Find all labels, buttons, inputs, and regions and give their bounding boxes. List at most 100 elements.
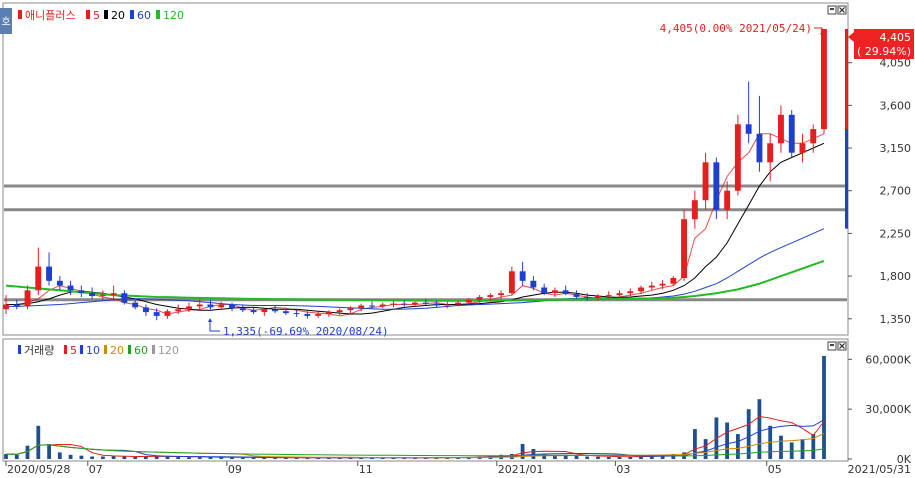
volume-bar-10 — [111, 456, 116, 459]
high-annotation: 4,405(0.00% 2021/05/24) — [660, 22, 824, 37]
candle-body-32 — [347, 308, 354, 311]
candle-body-24 — [261, 309, 268, 313]
candle-body-47 — [508, 271, 515, 294]
candle-body-22 — [239, 308, 246, 311]
candle-body-67 — [724, 190, 731, 210]
candle-body-25 — [272, 309, 278, 312]
volume-bar-53 — [574, 456, 579, 459]
candle-body-48 — [519, 271, 526, 281]
volume-bar-9 — [101, 456, 105, 459]
price-legend-ma5: 5 — [93, 9, 100, 22]
candle-body-16 — [175, 309, 182, 312]
volume-bar-68 — [736, 434, 740, 459]
candle-body-54 — [584, 297, 591, 298]
candle-body-66 — [713, 162, 720, 210]
candle-body-41 — [444, 304, 451, 306]
candle-body-27 — [293, 313, 300, 315]
price-close-icon[interactable] — [837, 5, 847, 15]
x-tick-label-0: 2020/05/28 — [7, 463, 70, 476]
volume-legend-ma60: 60 — [134, 344, 148, 357]
candle-body-68 — [734, 124, 741, 191]
candle-body-72 — [778, 114, 784, 144]
candle-body-71 — [767, 143, 774, 163]
candle-body-31 — [336, 310, 343, 313]
volume-bar-69 — [746, 409, 751, 459]
current-price: 4,405 — [880, 31, 912, 44]
price-legend-ma20: 20 — [111, 9, 125, 22]
candle-body-53 — [573, 294, 580, 297]
candle-body-75 — [810, 129, 817, 144]
candle-body-0 — [3, 304, 9, 310]
candle-body-59 — [638, 287, 644, 292]
candle-body-1 — [13, 304, 20, 307]
volume-bar-3 — [36, 425, 41, 459]
candle-body-2 — [24, 290, 31, 307]
candle-body-43 — [465, 299, 472, 303]
volume-bar-57 — [617, 456, 622, 459]
candle-body-6 — [67, 285, 74, 291]
volume-bar-0 — [4, 454, 8, 459]
x-tick-label-4: 2021/01 — [498, 463, 544, 476]
volume-bar-16 — [176, 457, 181, 459]
volume-bar-56 — [606, 457, 611, 459]
candle-body-70 — [756, 133, 763, 163]
candle-body-62 — [670, 278, 677, 284]
x-tick-label-6: 05 — [768, 463, 782, 476]
candle-body-18 — [196, 304, 203, 307]
volume-bar-17 — [187, 457, 191, 459]
candle-body-29 — [315, 314, 322, 316]
candle-body-46 — [498, 293, 504, 296]
volume-bar-18 — [197, 457, 202, 459]
candle-body-21 — [229, 304, 235, 309]
candle-body-9 — [99, 295, 106, 297]
side-menu-label: 호 — [1, 16, 10, 28]
price-legend-name: 애니플러스 — [25, 9, 76, 22]
candle-body-60 — [648, 285, 655, 288]
candle-body-74 — [799, 143, 806, 153]
volume-bar-54 — [585, 456, 590, 459]
candle-body-38 — [412, 302, 418, 305]
candle-body-40 — [433, 303, 440, 306]
price-tick-label-5: 1,800 — [880, 270, 912, 283]
volume-close-icon[interactable] — [837, 341, 847, 351]
volume-bar-76 — [822, 356, 826, 459]
volume-legend-ma120: 120 — [158, 344, 179, 357]
candle-body-3 — [35, 266, 42, 291]
price-legend-ma60: 60 — [137, 9, 151, 22]
price-restore-icon[interactable] — [827, 5, 837, 15]
x-axis: 2020/05/28 07 09 11 2021/01 03 05 2021/05/31 — [5, 461, 911, 476]
candle-body-12 — [132, 302, 139, 308]
candle-body-20 — [218, 304, 225, 308]
volume-legend-ma20: 20 — [110, 344, 124, 357]
volume-bar-64 — [693, 429, 697, 459]
volume-bar-72 — [779, 435, 783, 459]
candle-body-76 — [821, 29, 827, 130]
candle-body-14 — [153, 312, 160, 316]
current-range-down — [845, 129, 848, 229]
x-end-label: 2021/05/31 — [848, 463, 911, 476]
volume-y-axis: 60,000K30,000K0K — [848, 353, 912, 466]
candle-body-42 — [455, 302, 461, 305]
candle-body-63 — [681, 219, 687, 278]
price-tick-label-1: 3,600 — [880, 99, 912, 112]
x-tick-label-2: 09 — [228, 463, 242, 476]
candle-body-8 — [89, 293, 95, 296]
volume-bar-12 — [133, 457, 138, 459]
candle-body-36 — [390, 303, 397, 305]
volume-tick-label-1: 30,000K — [865, 403, 911, 416]
volume-restore-icon[interactable] — [827, 341, 837, 351]
x-tick-label-5: 03 — [616, 463, 630, 476]
price-panel-frame — [2, 2, 849, 336]
candle-body-15 — [164, 311, 171, 316]
x-tick-label-1: 07 — [89, 463, 103, 476]
candle-body-26 — [282, 311, 289, 314]
price-tick-label-2: 3,150 — [880, 142, 912, 155]
volume-bar-5 — [57, 452, 62, 459]
candle-body-61 — [659, 283, 666, 286]
candle-body-10 — [110, 293, 117, 296]
volume-legend-name: 거래량 — [24, 344, 54, 357]
candle-body-64 — [691, 200, 698, 220]
price-legend-ma120: 120 — [163, 9, 184, 22]
x-tick-label-3: 11 — [359, 463, 373, 476]
current-change: ( 29.94%) — [857, 45, 911, 58]
